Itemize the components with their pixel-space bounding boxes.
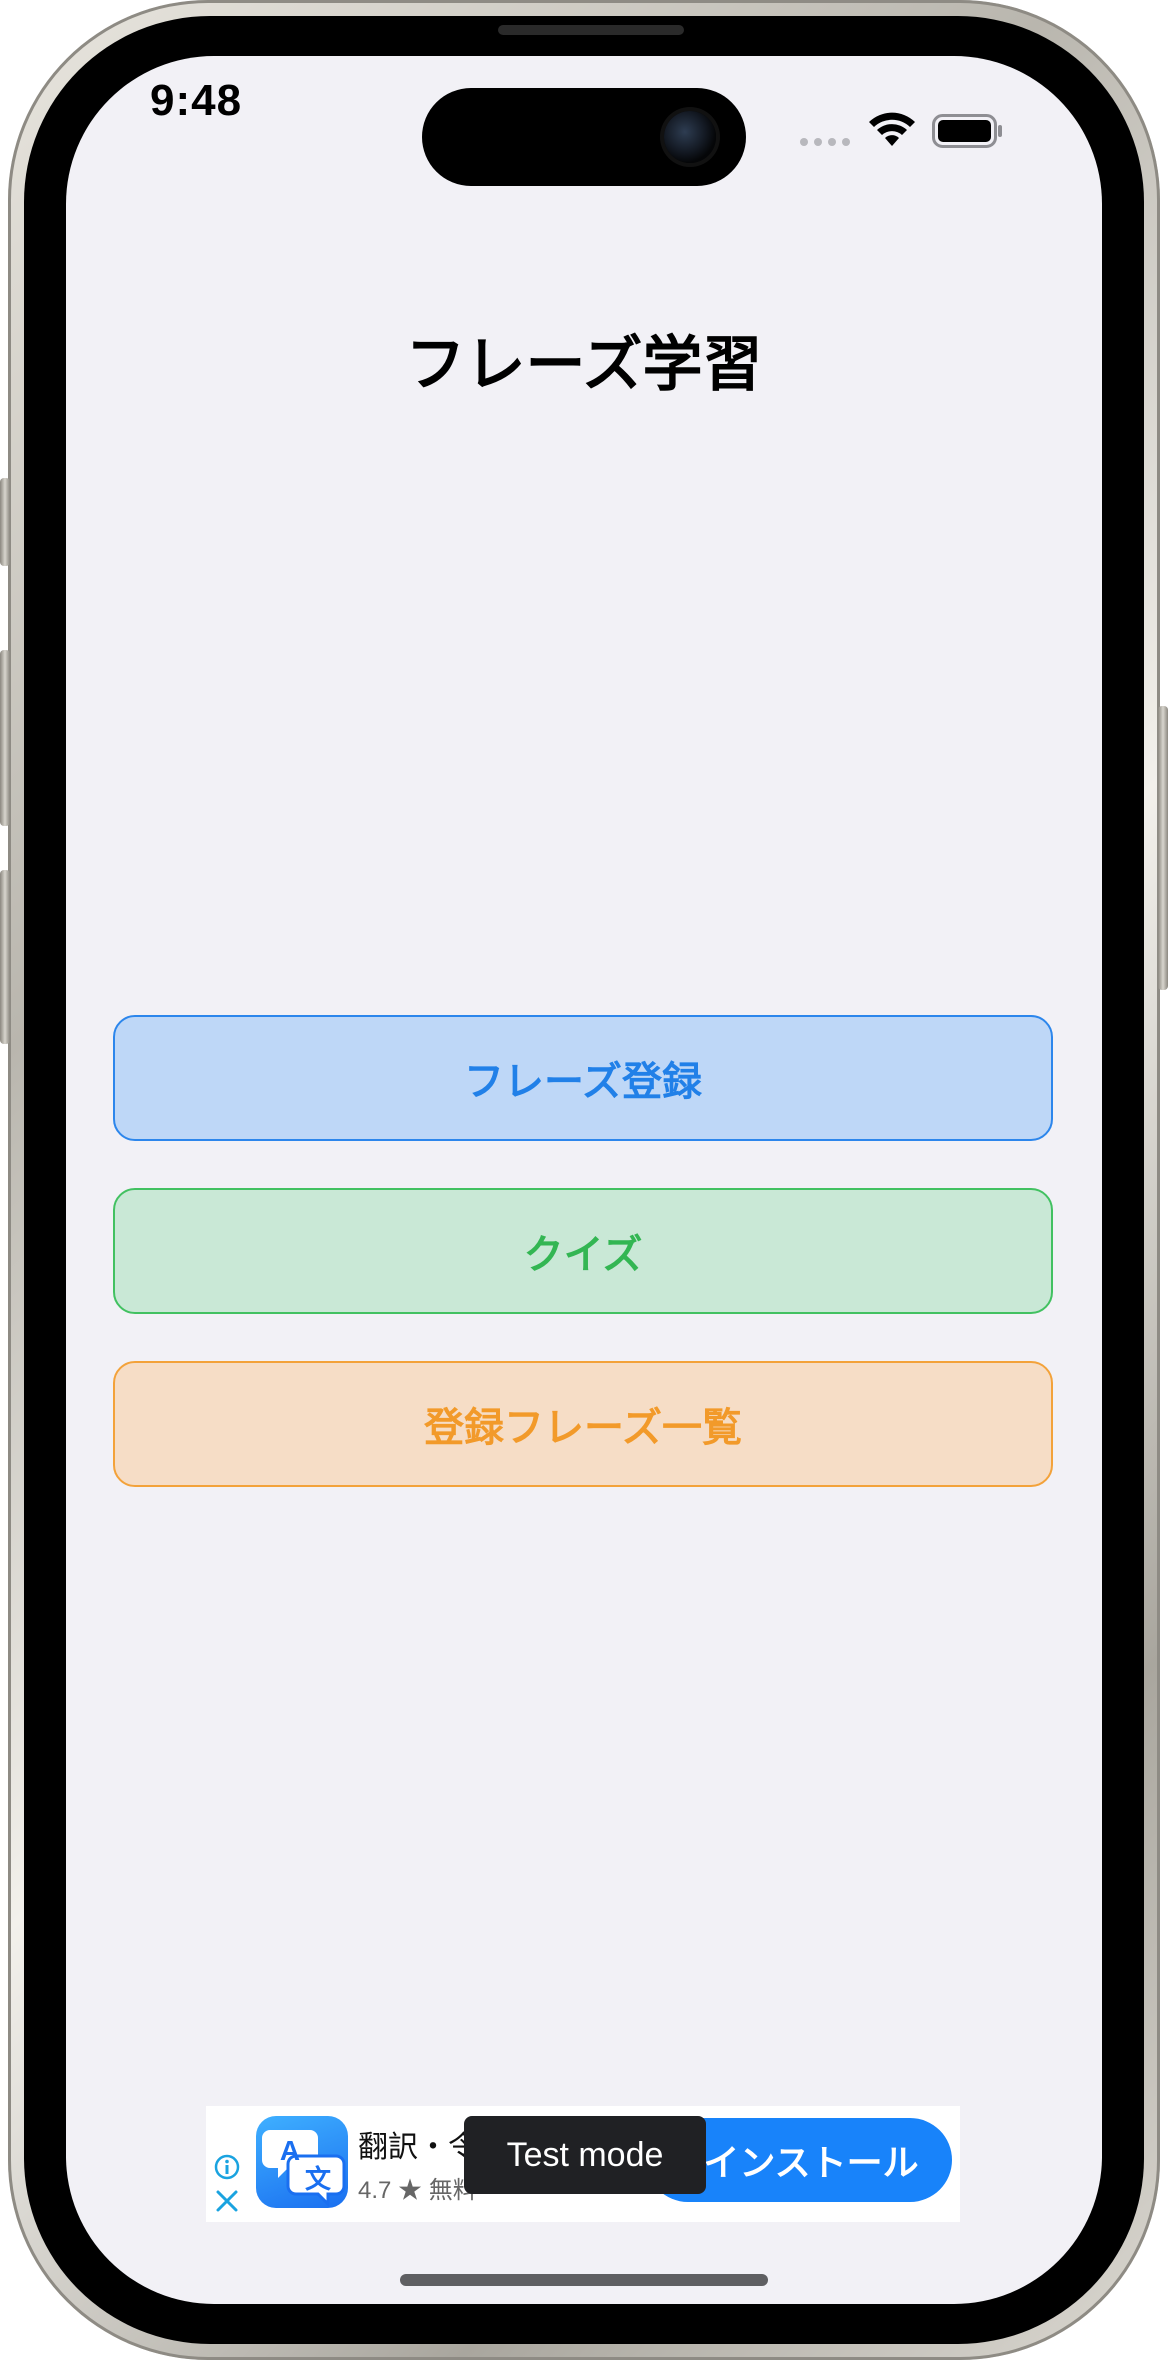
translate-app-icon[interactable]: A 文 xyxy=(256,2116,348,2208)
ad-close-icon[interactable] xyxy=(214,2188,240,2214)
icon-letter-bun: 文 xyxy=(305,2164,332,2195)
ad-info-icon[interactable] xyxy=(214,2154,240,2180)
star-icon: ★ xyxy=(398,2177,423,2204)
dynamic-island xyxy=(422,88,746,186)
front-camera-icon xyxy=(664,111,716,163)
volume-up-button xyxy=(0,650,10,826)
battery-icon xyxy=(932,114,1002,148)
icon-letter-a: A xyxy=(280,2135,300,2166)
phrase-list-button[interactable]: 登録フレーズ一覧 xyxy=(113,1361,1053,1487)
test-mode-badge: Test mode xyxy=(464,2116,706,2194)
volume-down-button xyxy=(0,870,10,1044)
wifi-icon xyxy=(869,112,915,146)
quiz-button[interactable]: クイズ xyxy=(113,1188,1053,1314)
status-time: 9:48 xyxy=(150,76,243,125)
action-button xyxy=(0,478,10,566)
cellular-dots-icon xyxy=(800,138,850,146)
earpiece-speaker xyxy=(498,25,684,35)
home-indicator[interactable] xyxy=(400,2274,768,2286)
register-phrase-button[interactable]: フレーズ登録 xyxy=(113,1015,1053,1141)
ad-rating-value: 4.7 xyxy=(358,2177,392,2204)
ad-rating: 4.7 ★ 無料 xyxy=(358,2170,477,2205)
power-button xyxy=(1158,706,1168,990)
page-title: フレーズ学習 xyxy=(405,330,763,400)
